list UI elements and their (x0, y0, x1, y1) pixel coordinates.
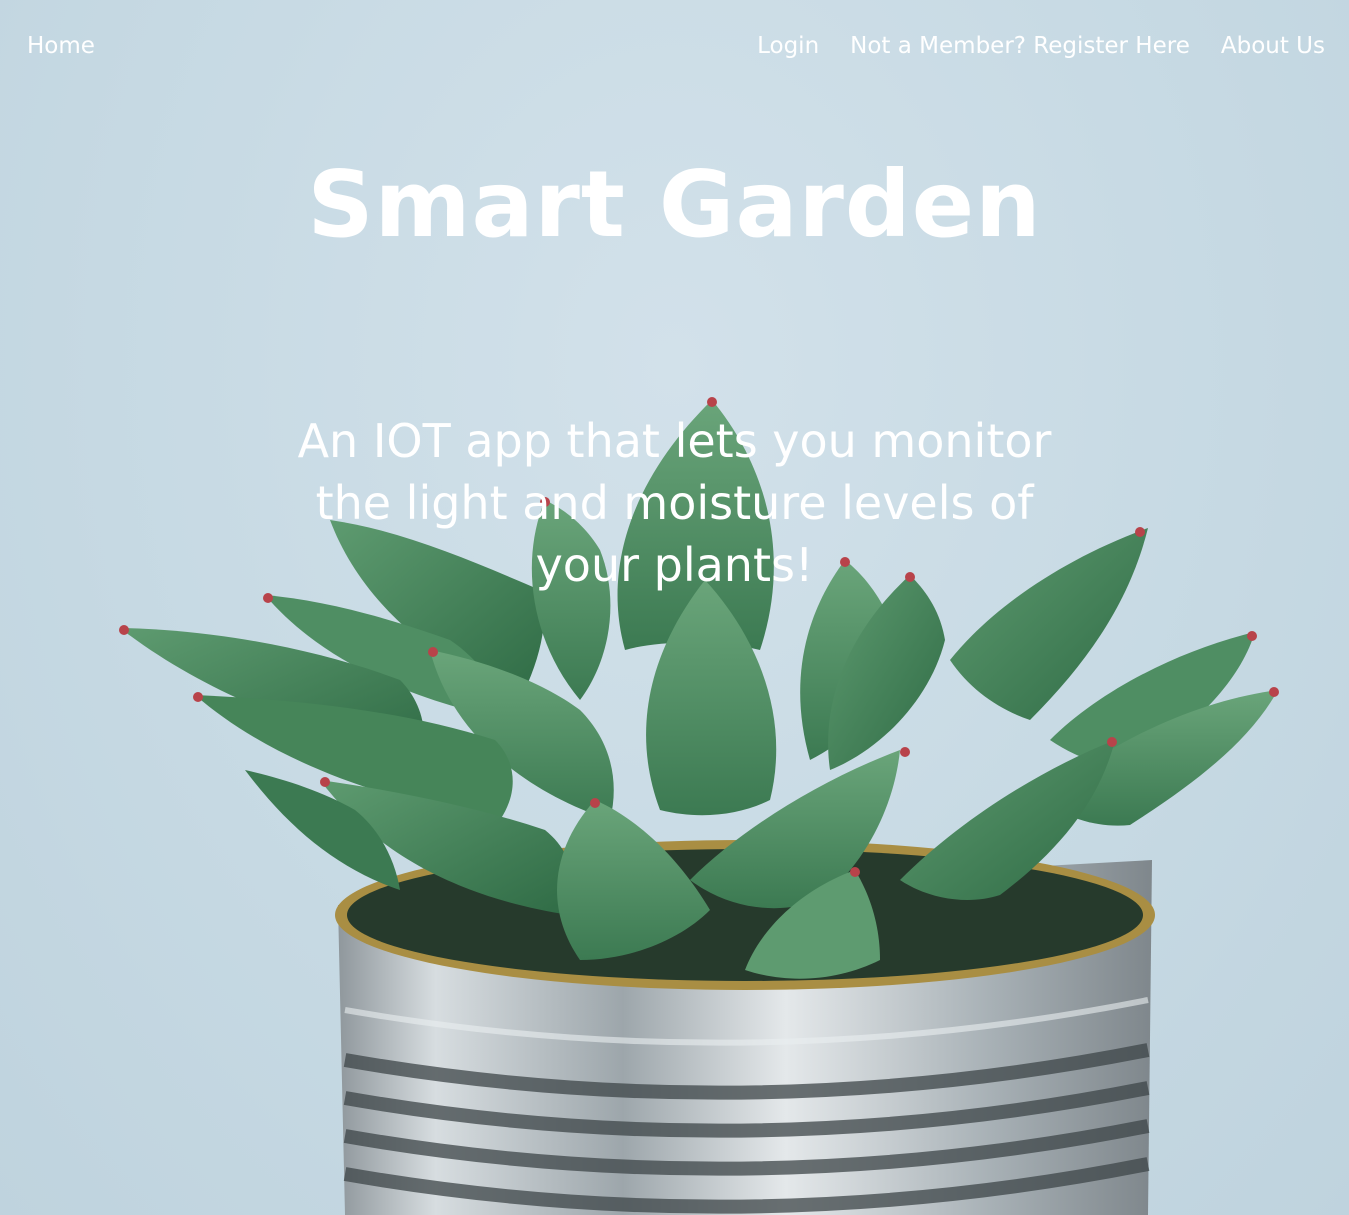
hero-tagline: An IOT app that lets you monitor the lig… (297, 414, 1052, 592)
nav-about-link[interactable]: About Us (1221, 30, 1325, 62)
nav-login-link[interactable]: Login (757, 30, 819, 62)
page-title: Smart Garden (307, 151, 1042, 258)
nav-right-links: Login Not a Member? Register Here About … (757, 30, 1325, 62)
top-navigation: Home Login Not a Member? Register Here A… (0, 0, 1349, 94)
nav-register-link[interactable]: Not a Member? Register Here (850, 30, 1190, 62)
nav-home-link[interactable]: Home (27, 30, 95, 62)
